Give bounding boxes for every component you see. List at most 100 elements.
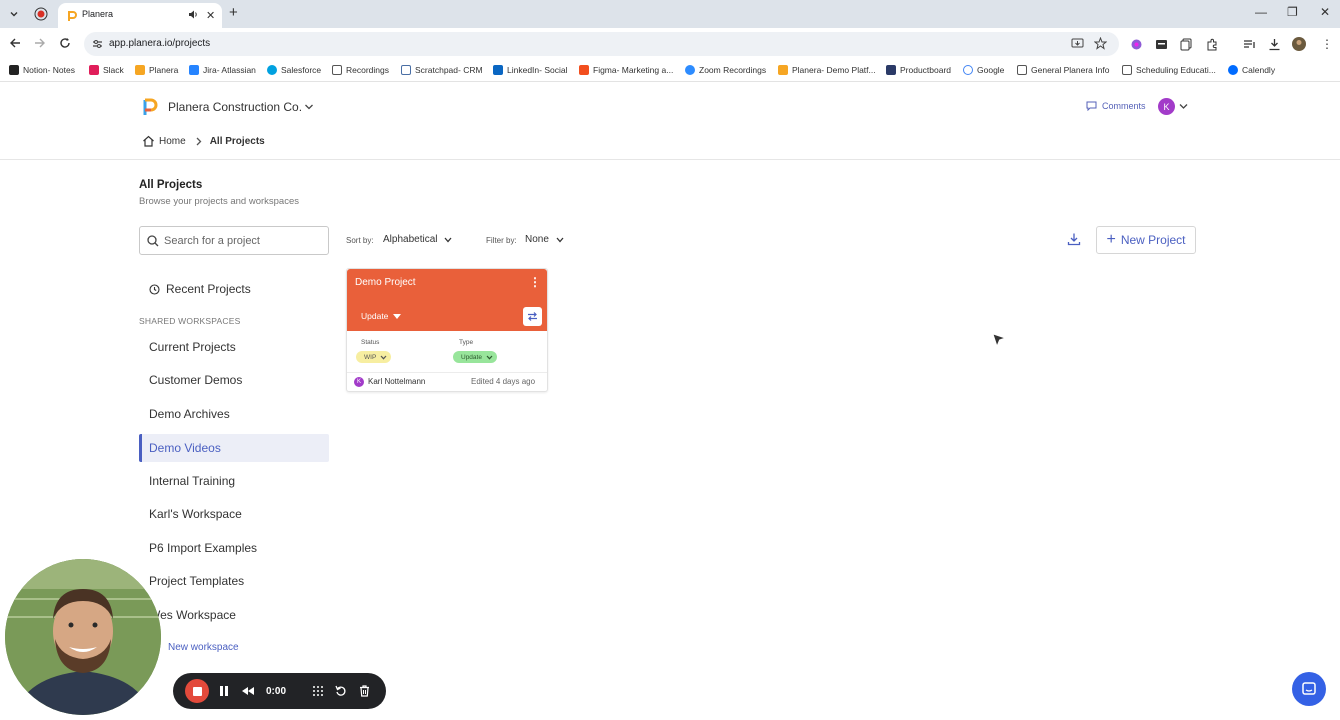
bookmark-item[interactable]: Planera- Demo Platf...: [778, 65, 876, 75]
stop-recording-button[interactable]: [184, 673, 210, 709]
media-controls-icon[interactable]: [1243, 38, 1256, 51]
chevron-down-icon: [486, 355, 493, 360]
new-project-button[interactable]: + New Project: [1096, 226, 1196, 254]
forward-icon[interactable]: [34, 37, 46, 49]
type-badge[interactable]: Update: [453, 351, 497, 363]
sort-label: Sort by:: [346, 236, 374, 245]
search-input[interactable]: [164, 233, 324, 249]
workspace-item[interactable]: Karl's Workspace: [139, 500, 329, 528]
tab-search-icon[interactable]: [6, 6, 22, 22]
home-icon[interactable]: [142, 135, 155, 147]
bookmark-item[interactable]: Recordings: [332, 65, 389, 75]
webcam-bubble[interactable]: [5, 559, 161, 715]
presenter-video-image: [5, 559, 161, 715]
download-icon[interactable]: [1067, 232, 1081, 246]
grid-button[interactable]: [311, 673, 325, 709]
bookmark-item[interactable]: Slack: [89, 65, 124, 75]
workspace-item[interactable]: Internal Training: [139, 467, 329, 495]
planera-logo-icon[interactable]: [142, 97, 158, 116]
close-tab-icon[interactable]: ✕: [206, 9, 215, 22]
swap-icon: [528, 312, 537, 321]
zoom-icon: [685, 65, 695, 75]
project-card-header[interactable]: Demo Project ⋮ Update: [347, 269, 547, 331]
install-app-icon[interactable]: [1071, 37, 1084, 50]
recent-projects-link[interactable]: Recent Projects: [149, 282, 251, 296]
bookmark-item[interactable]: Scratchpad- CRM: [401, 65, 483, 75]
close-window-icon[interactable]: ✕: [1320, 5, 1330, 19]
back-icon[interactable]: [9, 37, 21, 49]
new-workspace-link[interactable]: New workspace: [168, 642, 239, 653]
extensions-puzzle-icon[interactable]: [1206, 38, 1219, 51]
downloads-icon[interactable]: [1268, 38, 1281, 51]
workspace-item[interactable]: Project Templates: [139, 567, 329, 595]
extension-screen-icon[interactable]: [1155, 38, 1168, 51]
bookmark-item[interactable]: Productboard: [886, 65, 951, 75]
workspace-item[interactable]: Wes Workspace: [139, 601, 329, 629]
rewind-button[interactable]: [240, 673, 256, 709]
comments-label: Comments: [1102, 101, 1146, 111]
workspace-item[interactable]: Demo Archives: [139, 400, 329, 428]
speaker-icon[interactable]: [188, 9, 199, 20]
tab-planera[interactable]: Planera ✕: [58, 3, 222, 28]
chat-support-button[interactable]: [1292, 672, 1326, 706]
bookmark-item[interactable]: Scheduling Educati...: [1122, 65, 1216, 75]
restore-icon[interactable]: ❐: [1287, 5, 1298, 19]
comments-button[interactable]: Comments: [1086, 101, 1146, 111]
chevron-right-icon: [196, 137, 202, 146]
bookmark-item[interactable]: Salesforce: [267, 65, 321, 75]
productboard-icon: [886, 65, 896, 75]
workspace-item-active[interactable]: Demo Videos: [139, 434, 329, 462]
minimize-icon[interactable]: —: [1255, 5, 1267, 19]
chevron-down-icon[interactable]: [1179, 103, 1188, 110]
bookmark-item[interactable]: General Planera Info: [1017, 65, 1109, 75]
search-box[interactable]: [139, 226, 329, 255]
extension-flower-icon[interactable]: [1130, 38, 1143, 51]
status-badge[interactable]: WIP: [356, 351, 392, 363]
kebab-menu-icon[interactable]: ⋮: [529, 276, 541, 288]
project-card[interactable]: Demo Project ⋮ Update Status Type WIP Up…: [346, 268, 548, 392]
swap-button[interactable]: [523, 307, 542, 326]
bookmark-item[interactable]: Notion- Notes: [9, 65, 75, 75]
sort-dropdown[interactable]: Alphabetical: [383, 234, 452, 245]
extension-copy-icon[interactable]: [1180, 38, 1193, 51]
new-project-label: New Project: [1120, 233, 1186, 247]
caret-down-icon: [393, 313, 402, 319]
site-info-icon[interactable]: [92, 39, 103, 49]
user-avatar[interactable]: K: [1158, 98, 1175, 115]
restart-button[interactable]: [334, 673, 348, 709]
bookmark-item[interactable]: Jira- Atlassian: [189, 65, 256, 75]
bookmark-item[interactable]: Calendly: [1228, 65, 1275, 75]
project-name[interactable]: Demo Project: [355, 277, 416, 288]
bookmark-item[interactable]: LinkedIn- Social: [493, 65, 567, 75]
bookmark-item[interactable]: Planera: [135, 65, 178, 75]
breadcrumb-home[interactable]: Home: [159, 136, 186, 147]
bookmark-item[interactable]: Google: [963, 65, 1004, 75]
bookmark-star-icon[interactable]: [1094, 37, 1107, 50]
slack-icon: [89, 65, 99, 75]
chat-icon: [1302, 682, 1316, 695]
chevron-down-icon[interactable]: [304, 103, 314, 111]
workspace-item[interactable]: Customer Demos: [139, 366, 329, 394]
bookmark-item[interactable]: Zoom Recordings: [685, 65, 766, 75]
update-dropdown[interactable]: Update: [361, 311, 402, 321]
bookmark-item[interactable]: Figma- Marketing a...: [579, 65, 673, 75]
page-title: All Projects: [139, 179, 203, 191]
filter-dropdown[interactable]: None: [525, 234, 564, 245]
profile-avatar-icon[interactable]: [1292, 37, 1306, 51]
stop-icon: [185, 679, 209, 703]
planera-favicon-icon: [67, 10, 77, 22]
workspace-item[interactable]: P6 Import Examples: [139, 534, 329, 562]
bookmark-label: Salesforce: [281, 65, 322, 75]
delete-button[interactable]: [357, 673, 371, 709]
browser-menu-icon[interactable]: ⋮: [1321, 37, 1333, 51]
bookmark-label: Notion- Notes: [23, 65, 75, 75]
workspace-item[interactable]: Current Projects: [139, 333, 329, 361]
omnibox[interactable]: app.planera.io/projects: [84, 32, 1119, 56]
notion-icon: [9, 65, 19, 75]
url-text[interactable]: app.planera.io/projects: [109, 38, 210, 49]
new-tab-icon[interactable]: +: [229, 4, 238, 21]
reload-icon[interactable]: [59, 37, 71, 49]
recording-tab-icon[interactable]: [34, 7, 48, 21]
company-name[interactable]: Planera Construction Co.: [168, 100, 302, 114]
pause-button[interactable]: [217, 673, 231, 709]
